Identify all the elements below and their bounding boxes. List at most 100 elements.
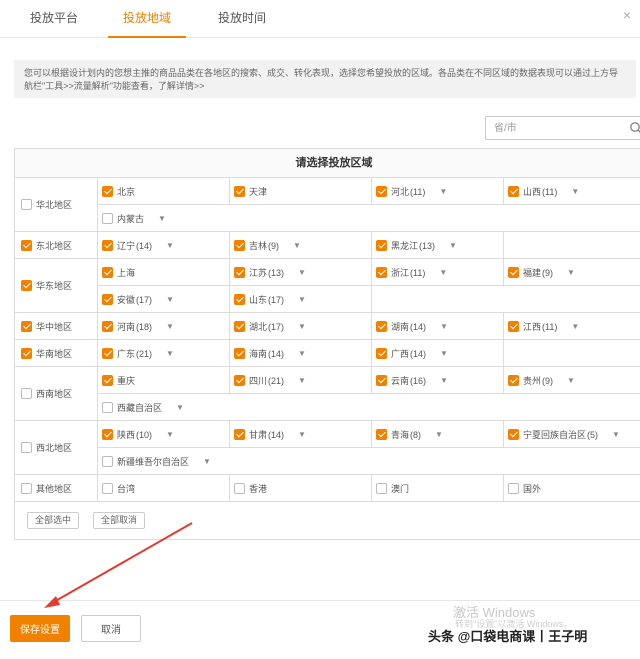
province-checkbox[interactable] — [376, 186, 387, 197]
region-label[interactable]: 西北地区 — [15, 421, 98, 474]
chevron-down-icon[interactable]: ▼ — [567, 268, 575, 277]
province-item[interactable]: 山西 (11) ▼ — [504, 178, 640, 205]
province-checkbox[interactable] — [102, 186, 113, 197]
chevron-down-icon[interactable]: ▼ — [567, 376, 575, 385]
region-checkbox[interactable] — [21, 347, 32, 359]
province-checkbox[interactable] — [376, 429, 387, 440]
chevron-down-icon[interactable]: ▼ — [166, 430, 174, 439]
chevron-down-icon[interactable]: ▼ — [298, 322, 306, 331]
region-checkbox[interactable] — [21, 442, 32, 453]
save-button[interactable]: 保存设置 — [10, 615, 70, 642]
chevron-down-icon[interactable]: ▼ — [293, 241, 301, 250]
province-item[interactable]: 上海 — [98, 259, 230, 286]
province-checkbox[interactable] — [234, 375, 245, 386]
province-checkbox[interactable] — [102, 456, 113, 467]
province-item[interactable]: 澳门 — [372, 475, 504, 502]
region-checkbox[interactable] — [21, 199, 32, 210]
chevron-down-icon[interactable]: ▼ — [571, 187, 579, 196]
province-item[interactable]: 福建 (9) ▼ — [504, 259, 640, 286]
chevron-down-icon[interactable]: ▼ — [298, 376, 306, 385]
chevron-down-icon[interactable]: ▼ — [166, 241, 174, 250]
province-checkbox[interactable] — [508, 321, 519, 332]
select-all-button[interactable]: 全部选中 — [27, 512, 80, 529]
province-checkbox[interactable] — [234, 321, 245, 332]
province-checkbox[interactable] — [102, 348, 113, 359]
chevron-down-icon[interactable]: ▼ — [203, 457, 211, 466]
province-item[interactable]: 宁夏回族自治区 (5) ▼ — [504, 421, 640, 448]
province-item[interactable]: 辽宁 (14) ▼ — [98, 232, 230, 259]
search-icon[interactable] — [629, 121, 640, 135]
province-checkbox[interactable] — [102, 240, 113, 251]
deselect-all-button[interactable]: 全部取消 — [93, 512, 146, 529]
province-checkbox[interactable] — [376, 240, 387, 251]
province-item[interactable]: 香港 — [230, 475, 372, 502]
search-input[interactable] — [486, 117, 616, 139]
chevron-down-icon[interactable]: ▼ — [435, 430, 443, 439]
chevron-down-icon[interactable]: ▼ — [612, 430, 620, 439]
province-item[interactable]: 广西 (14) ▼ — [372, 340, 504, 367]
province-item[interactable]: 黑龙江 (13) ▼ — [372, 232, 504, 259]
province-checkbox[interactable] — [376, 267, 387, 278]
chevron-down-icon[interactable]: ▼ — [449, 241, 457, 250]
region-checkbox[interactable] — [21, 320, 32, 332]
province-checkbox[interactable] — [102, 267, 113, 278]
region-label[interactable]: 华中地区 — [15, 313, 98, 339]
province-item[interactable]: 吉林 (9) ▼ — [230, 232, 372, 259]
province-checkbox[interactable] — [376, 483, 387, 494]
province-checkbox[interactable] — [508, 483, 519, 494]
province-checkbox[interactable] — [234, 267, 245, 278]
tab-region[interactable]: 投放地域 — [108, 0, 186, 38]
province-item[interactable]: 内蒙古 ▼ — [98, 205, 230, 232]
province-checkbox[interactable] — [508, 429, 519, 440]
chevron-down-icon[interactable]: ▼ — [571, 322, 579, 331]
chevron-down-icon[interactable]: ▼ — [166, 349, 174, 358]
region-label[interactable]: 华北地区 — [15, 178, 98, 231]
province-checkbox[interactable] — [508, 375, 519, 386]
province-checkbox[interactable] — [234, 348, 245, 359]
region-label[interactable]: 西南地区 — [15, 367, 98, 420]
chevron-down-icon[interactable]: ▼ — [166, 322, 174, 331]
province-item[interactable]: 云南 (16) ▼ — [372, 367, 504, 394]
province-item[interactable]: 新疆维吾尔自治区 ▼ — [98, 448, 230, 475]
province-checkbox[interactable] — [102, 402, 113, 413]
chevron-down-icon[interactable]: ▼ — [298, 430, 306, 439]
region-checkbox[interactable] — [21, 239, 32, 251]
province-item[interactable]: 河南 (18) ▼ — [98, 313, 230, 340]
province-checkbox[interactable] — [102, 294, 113, 305]
province-checkbox[interactable] — [234, 240, 245, 251]
chevron-down-icon[interactable]: ▼ — [176, 403, 184, 412]
chevron-down-icon[interactable]: ▼ — [439, 268, 447, 277]
province-checkbox[interactable] — [376, 348, 387, 359]
province-checkbox[interactable] — [102, 213, 113, 224]
province-item[interactable]: 江苏 (13) ▼ — [230, 259, 372, 286]
chevron-down-icon[interactable]: ▼ — [166, 295, 174, 304]
tab-time[interactable]: 投放时间 — [202, 0, 282, 38]
province-checkbox[interactable] — [376, 375, 387, 386]
chevron-down-icon[interactable]: ▼ — [440, 322, 448, 331]
chevron-down-icon[interactable]: ▼ — [440, 376, 448, 385]
province-item[interactable]: 湖北 (17) ▼ — [230, 313, 372, 340]
province-item[interactable]: 山东 (17) ▼ — [230, 286, 372, 313]
cancel-button[interactable]: 取消 — [81, 615, 141, 642]
province-checkbox[interactable] — [234, 294, 245, 305]
province-item[interactable]: 贵州 (9) ▼ — [504, 367, 640, 394]
region-checkbox[interactable] — [21, 280, 32, 291]
province-item[interactable]: 西藏自治区 ▼ — [98, 394, 230, 421]
region-label[interactable]: 华南地区 — [15, 340, 98, 366]
chevron-down-icon[interactable]: ▼ — [298, 349, 306, 358]
region-checkbox[interactable] — [21, 482, 32, 494]
province-checkbox[interactable] — [102, 321, 113, 332]
chevron-down-icon[interactable]: ▼ — [298, 268, 306, 277]
province-item[interactable]: 海南 (14) ▼ — [230, 340, 372, 367]
province-checkbox[interactable] — [234, 483, 245, 494]
province-item[interactable]: 重庆 — [98, 367, 230, 394]
province-item[interactable]: 北京 — [98, 178, 230, 205]
province-item[interactable]: 湖南 (14) ▼ — [372, 313, 504, 340]
chevron-down-icon[interactable]: ▼ — [439, 187, 447, 196]
chevron-down-icon[interactable]: ▼ — [298, 295, 306, 304]
province-checkbox[interactable] — [234, 429, 245, 440]
province-item[interactable]: 国外 — [504, 475, 640, 502]
province-item[interactable]: 天津 — [230, 178, 372, 205]
province-checkbox[interactable] — [102, 375, 113, 386]
region-label[interactable]: 东北地区 — [15, 232, 98, 258]
